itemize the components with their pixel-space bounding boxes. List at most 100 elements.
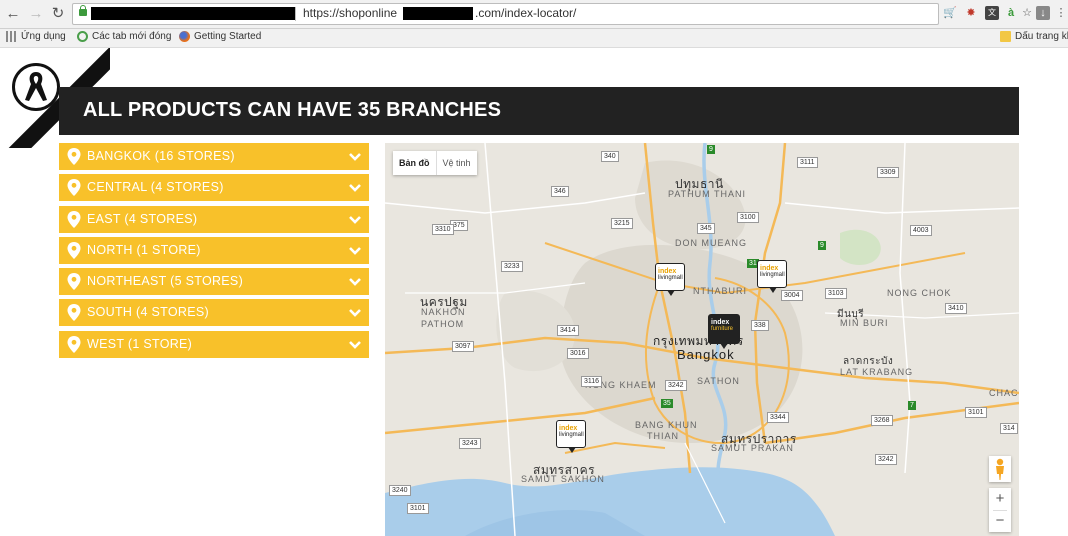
location-pin-icon bbox=[67, 148, 81, 165]
region-label: SOUTH (4 STORES) bbox=[87, 305, 209, 320]
marker-brand: index bbox=[559, 425, 578, 432]
region-north[interactable]: NORTH (1 STORE) bbox=[59, 236, 369, 264]
road-number: 3103 bbox=[825, 288, 847, 299]
highway-badge: 9 bbox=[707, 145, 715, 154]
map-label: NAKHON bbox=[421, 307, 466, 317]
road-number: 3097 bbox=[452, 341, 474, 352]
apps-grid-icon bbox=[6, 31, 17, 42]
road-number: 338 bbox=[751, 320, 769, 331]
marker-sub: livingmall bbox=[760, 272, 785, 278]
map-label: PATHUM THANI bbox=[668, 189, 747, 199]
chevron-down-icon[interactable] bbox=[348, 181, 362, 195]
page-banner: ALL PRODUCTS CAN HAVE 35 BRANCHES bbox=[59, 87, 1019, 135]
firefox-icon bbox=[179, 31, 190, 42]
road-number: 3004 bbox=[781, 290, 803, 301]
location-pin-icon bbox=[67, 335, 81, 353]
marker-brand: index bbox=[658, 268, 677, 275]
chevron-down-icon[interactable] bbox=[348, 213, 362, 227]
reload-icon[interactable]: ↻ bbox=[48, 4, 68, 24]
zoom-control: + − bbox=[989, 488, 1011, 532]
road-number: 3016 bbox=[567, 348, 589, 359]
chevron-down-icon[interactable] bbox=[348, 244, 362, 258]
region-central[interactable]: CENTRAL (4 STORES) bbox=[59, 174, 369, 202]
location-pin-icon bbox=[67, 179, 81, 197]
translate-extension-icon[interactable]: 文 bbox=[985, 6, 999, 20]
map-label: SAMUT PRAKAN bbox=[711, 443, 794, 453]
region-northeast[interactable]: NORTHEAST (5 STORES) bbox=[59, 268, 369, 296]
map-label: NTHABURI bbox=[693, 286, 748, 296]
region-list: BANGKOK (16 STORES) CENTRAL (4 STORES) E… bbox=[59, 143, 369, 362]
address-bar[interactable]: https://shoponline .com/index-locator/ bbox=[72, 3, 939, 25]
road-number: 3242 bbox=[875, 454, 897, 465]
road-number: 345 bbox=[697, 223, 715, 234]
redacted-block bbox=[403, 7, 473, 20]
road-number: 314 bbox=[1000, 423, 1018, 434]
chevron-down-icon[interactable] bbox=[348, 150, 362, 164]
location-pin-icon bbox=[67, 210, 81, 228]
chevron-down-icon[interactable] bbox=[348, 306, 362, 320]
recent-tabs-icon bbox=[77, 31, 88, 42]
road-number: 3410 bbox=[945, 303, 967, 314]
region-east[interactable]: EAST (4 STORES) bbox=[59, 205, 369, 233]
download-extension-icon[interactable]: ↓ bbox=[1036, 6, 1050, 20]
browser-toolbar: ← → ↻ https://shoponline .com/index-loca… bbox=[0, 0, 1068, 29]
store-marker[interactable]: index livingmall bbox=[556, 420, 586, 453]
marker-sub: livingmall bbox=[658, 275, 683, 281]
bookmark-other[interactable]: Dấu trang kh bbox=[1000, 31, 1068, 42]
store-map[interactable]: Bản đồ Vệ tinh ปทุมธานี PATHUM THANI DON… bbox=[385, 143, 1019, 536]
url-suffix: .com/index-locator/ bbox=[475, 6, 577, 20]
zoom-out-button[interactable]: − bbox=[989, 510, 1011, 532]
location-pin-icon bbox=[67, 241, 81, 259]
road-number: 4003 bbox=[910, 225, 932, 236]
map-label: NONG CHOK bbox=[887, 288, 952, 298]
road-number: 3242 bbox=[665, 380, 687, 391]
forward-arrow-icon[interactable]: → bbox=[26, 4, 46, 24]
region-label: WEST (1 STORE) bbox=[87, 336, 193, 351]
map-label: BANG KHUN bbox=[635, 420, 698, 430]
map-label: MIN BURI bbox=[840, 318, 889, 328]
cart-extension-icon[interactable]: 🛒 bbox=[943, 6, 957, 20]
road-number: 340 bbox=[601, 151, 619, 162]
extension-icon[interactable]: à bbox=[1004, 6, 1018, 20]
highway-badge: 7 bbox=[908, 401, 916, 410]
map-type-satellite[interactable]: Vệ tinh bbox=[435, 151, 477, 175]
store-marker[interactable]: index livingmall bbox=[655, 263, 685, 296]
zoom-in-button[interactable]: + bbox=[989, 488, 1011, 510]
page-title: ALL PRODUCTS CAN HAVE 35 BRANCHES bbox=[83, 99, 502, 121]
back-arrow-icon[interactable]: ← bbox=[3, 4, 23, 24]
region-south[interactable]: SOUTH (4 STORES) bbox=[59, 299, 369, 327]
extension-icon[interactable]: ✸ bbox=[964, 6, 978, 20]
store-marker[interactable]: index furniture bbox=[708, 314, 740, 349]
road-number: 3111 bbox=[797, 157, 818, 168]
map-label: LAT KRABANG bbox=[840, 367, 914, 377]
zoom-divider bbox=[993, 510, 1007, 511]
region-label: NORTH (1 STORE) bbox=[87, 242, 201, 257]
mourning-ribbon-icon bbox=[12, 63, 60, 111]
road-number: 3101 bbox=[965, 407, 987, 418]
marker-sub: livingmall bbox=[559, 432, 584, 438]
region-bangkok[interactable]: BANGKOK (16 STORES) bbox=[59, 143, 369, 170]
store-marker[interactable]: index livingmall bbox=[757, 260, 787, 293]
bookmark-getting-started[interactable]: Getting Started bbox=[179, 31, 261, 42]
region-label: BANGKOK (16 STORES) bbox=[87, 149, 235, 163]
road-number: 3310 bbox=[432, 224, 454, 235]
chevron-down-icon[interactable] bbox=[348, 338, 362, 352]
region-label: EAST (4 STORES) bbox=[87, 211, 198, 226]
bookmark-recent-tabs[interactable]: Các tab mới đóng bbox=[77, 31, 171, 42]
bookmark-label: Các tab mới đóng bbox=[92, 31, 172, 42]
region-label: NORTHEAST (5 STORES) bbox=[87, 274, 244, 289]
road-number: 3243 bbox=[459, 438, 481, 449]
bookmark-apps[interactable]: Ứng dụng bbox=[6, 31, 66, 42]
map-type-control: Bản đồ Vệ tinh bbox=[393, 151, 477, 175]
location-pin-icon bbox=[67, 304, 81, 322]
map-type-map[interactable]: Bản đồ bbox=[393, 151, 436, 175]
marker-brand: index bbox=[711, 319, 730, 326]
bookmark-label: Ứng dụng bbox=[21, 31, 66, 42]
bookmarks-bar: Ứng dụng Các tab mới đóng Getting Starte… bbox=[0, 29, 1068, 48]
menu-icon[interactable]: ⋮ bbox=[1054, 6, 1068, 20]
bookmark-star-icon[interactable]: ☆ bbox=[1020, 6, 1034, 20]
chevron-down-icon[interactable] bbox=[348, 275, 362, 289]
highway-badge: 35 bbox=[661, 399, 673, 408]
region-west[interactable]: WEST (1 STORE) bbox=[59, 330, 369, 358]
street-view-pegman-icon[interactable] bbox=[989, 456, 1011, 482]
